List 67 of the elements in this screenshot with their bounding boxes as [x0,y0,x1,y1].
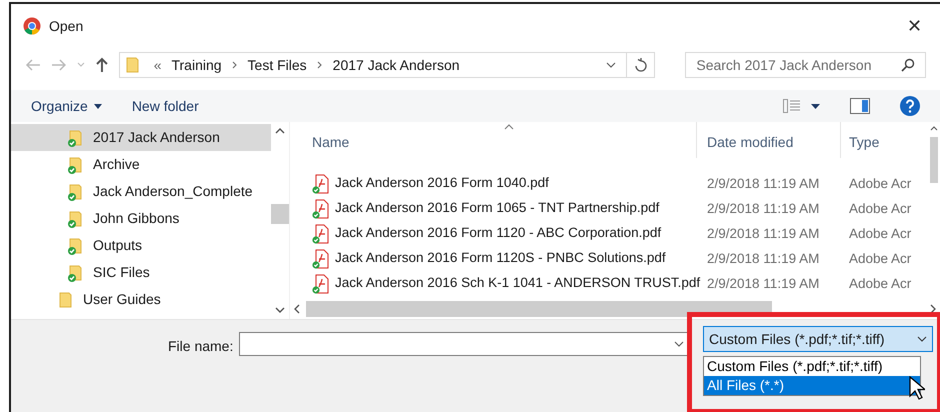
type-cell: Adobe Acr [849,226,912,241]
scroll-down-icon[interactable] [275,307,285,313]
column-header[interactable]: Date modified [697,122,841,158]
scroll-up-icon[interactable] [930,126,938,131]
type-cell: Adobe Acr [849,250,912,266]
address-bar[interactable]: « Training Test Files 2017 Jack Anderson [118,52,656,78]
refresh-icon[interactable] [634,58,647,72]
search-placeholder: Search 2017 Jack Anderson [696,56,872,74]
search-icon [901,58,916,72]
nav-item[interactable]: User Guides [11,286,271,313]
nav-item[interactable]: Outputs [11,232,271,259]
search-field[interactable]: Search 2017 Jack Anderson [685,52,926,78]
pdf-file-icon [312,248,330,268]
file-name[interactable]: Jack Anderson 2016 Form 1040.pdf [335,173,549,194]
dropdown-option[interactable]: Custom Files (*.pdf;*.tif;*.tiff) [704,357,920,376]
view-options-icon[interactable] [783,99,801,113]
nav-item[interactable]: John Gibbons [11,205,271,232]
pdf-file-icon [312,198,330,218]
dropdown-caret-icon[interactable] [606,62,616,68]
browser-logo-icon [23,17,41,35]
file-name[interactable]: Jack Anderson 2016 Sch K-1 1041 - ANDERSON TRUST.pdf [335,273,700,294]
scroll-left-icon[interactable] [294,304,300,314]
date-cell: 2/9/2018 11:19 AM [707,250,820,266]
breadcrumb[interactable]: Test Files [248,54,307,76]
breadcrumb[interactable]: 2017 Jack Anderson [332,54,460,76]
dropdown-option[interactable]: All Files (*.*) [704,376,920,395]
close-button[interactable]: ✕ [901,12,928,40]
scroll-up-icon[interactable] [275,128,285,134]
nav-item[interactable]: Archive [11,151,271,178]
nav-item[interactable]: 2017 Jack Anderson [11,124,271,151]
date-cell: 2/9/2018 11:19 AM [707,200,820,216]
caret-icon[interactable] [811,104,820,108]
window-title: Open [49,16,84,36]
type-cell: Adobe Acr [849,200,912,216]
chevron-right-icon [232,61,238,69]
file-name-label: File name: [168,337,234,356]
overflow-chevron[interactable]: « [154,54,162,76]
pdf-file-icon [312,224,330,244]
caret-icon [94,104,102,108]
breadcrumb[interactable]: Training [171,54,222,76]
scrollbar-thumb[interactable] [271,204,289,224]
scrollbar-thumb[interactable] [930,137,938,183]
type-cell: Adobe Acr [849,276,912,291]
file-type-dropdown[interactable]: Custom Files (*.pdf;*.tif;*.tiff) [703,326,933,352]
nav-item[interactable]: SIC Files [11,259,271,286]
column-header[interactable]: Name [290,122,697,158]
new-folder-button[interactable]: New folder [132,96,199,116]
pdf-file-icon [312,274,330,294]
scrollbar-thumb[interactable] [306,301,772,317]
file-name[interactable]: Jack Anderson 2016 Form 1120S - PNBC Solutions.pdf [335,248,666,269]
dropdown-caret-icon[interactable] [674,341,684,347]
file-name[interactable]: Jack Anderson 2016 Form 1120 - ABC Corporation.pdf [335,223,662,244]
dropdown-caret-icon [917,336,927,342]
scroll-right-icon[interactable] [930,304,936,314]
date-cell: 2/9/2018 11:19 AM [707,226,820,241]
type-cell: Adobe Acr [849,176,912,191]
pdf-file-icon [312,174,330,194]
nav-item[interactable]: Jack Anderson_Complete [11,178,271,205]
preview-pane-icon[interactable] [850,98,870,114]
column-header[interactable]: Type [841,122,880,158]
date-cell: 2/9/2018 11:19 AM [707,176,820,191]
date-cell: 2/9/2018 11:19 AM [707,276,820,291]
help-icon[interactable] [900,96,920,116]
file-name[interactable]: Jack Anderson 2016 Form 1065 - TNT Partnership.pdf [335,198,660,219]
organize-menu[interactable]: Organize [31,96,102,116]
chevron-right-icon [316,61,323,69]
up-arrow-icon[interactable] [94,57,109,73]
